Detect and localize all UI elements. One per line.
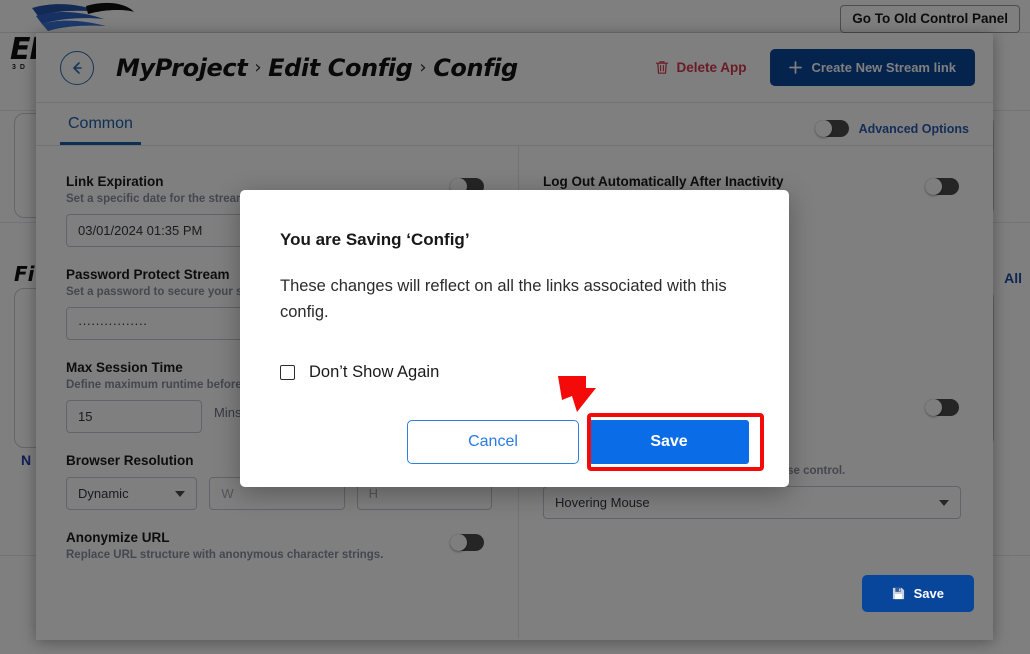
anonymize-url-title: Anonymize URL [66, 530, 170, 545]
dont-show-again-label: Don’t Show Again [309, 363, 440, 382]
dont-show-again-checkbox[interactable] [280, 365, 295, 381]
max-session-time-input[interactable]: 15 [66, 400, 202, 433]
breadcrumb-separator-1: › [254, 57, 262, 78]
advanced-options-control[interactable]: Advanced Options [814, 120, 969, 145]
max-session-time-unit: Mins [214, 404, 242, 420]
logout-inactivity-toggle[interactable] [925, 178, 959, 195]
delete-app-button[interactable]: Delete App [649, 59, 752, 76]
chevron-down-icon [175, 490, 186, 497]
dialog-title: You are Saving ‘Config’ [280, 230, 470, 249]
dialog-message: These changes will reflect on all the li… [280, 277, 727, 321]
advanced-options-toggle[interactable] [814, 120, 849, 137]
screen: Fi All N EI 3 D Go To Old Control Panel [0, 0, 1030, 654]
arrow-left-icon [73, 61, 82, 74]
breadcrumb-project[interactable]: MyProject [116, 54, 248, 82]
anonymize-url-toggle[interactable] [450, 534, 484, 551]
trash-icon [656, 61, 669, 74]
create-new-stream-link-label: Create New Stream link [811, 60, 956, 75]
floppy-disk-icon [892, 587, 904, 600]
dont-show-again-row[interactable]: Don’t Show Again [280, 363, 749, 382]
tabbar: Common Advanced Options [36, 103, 993, 146]
header-actions: Delete App Create New Stream link [649, 49, 975, 86]
browser-resolution-select[interactable]: Dynamic [66, 477, 198, 510]
back-button[interactable] [60, 50, 94, 85]
chevron-down-icon [939, 499, 949, 506]
dialog-cancel-button[interactable]: Cancel [407, 420, 579, 464]
dialog-save-button[interactable]: Save [589, 420, 749, 464]
link-expiration-title: Link Expiration [66, 174, 164, 189]
plus-icon [789, 61, 803, 74]
field-anonymize-url: Anonymize URL Replace URL structure with… [66, 530, 492, 561]
pointer-arrow-icon [558, 376, 596, 412]
panel-save-button[interactable]: Save [861, 575, 974, 612]
create-new-stream-link-button[interactable]: Create New Stream link [770, 49, 975, 86]
delete-app-label: Delete App [676, 60, 747, 75]
breadcrumb: MyProject › Edit Config › Config [116, 54, 518, 82]
advanced-options-label: Advanced Options [858, 121, 969, 136]
save-confirmation-dialog: You are Saving ‘Config’ These changes wi… [240, 190, 789, 487]
browser-resolution-value: Dynamic [78, 486, 129, 501]
right-hidden-2-toggle[interactable] [925, 399, 959, 416]
dialog-actions: Cancel Save [280, 420, 749, 464]
breadcrumb-section[interactable]: Edit Config [268, 54, 413, 82]
logout-inactivity-title: Log Out Automatically After Inactivity [543, 174, 784, 189]
anonymize-url-desc: Replace URL structure with anonymous cha… [66, 549, 384, 561]
panel-header: MyProject › Edit Config › Config Delete … [36, 33, 993, 103]
mouse-control-value: Hovering Mouse [555, 495, 650, 510]
panel-save-label: Save [913, 586, 944, 601]
breadcrumb-page: Config [433, 53, 518, 82]
mouse-control-select[interactable]: Hovering Mouse [543, 486, 961, 519]
tab-common[interactable]: Common [60, 115, 141, 145]
breadcrumb-separator-2: › [419, 57, 427, 78]
